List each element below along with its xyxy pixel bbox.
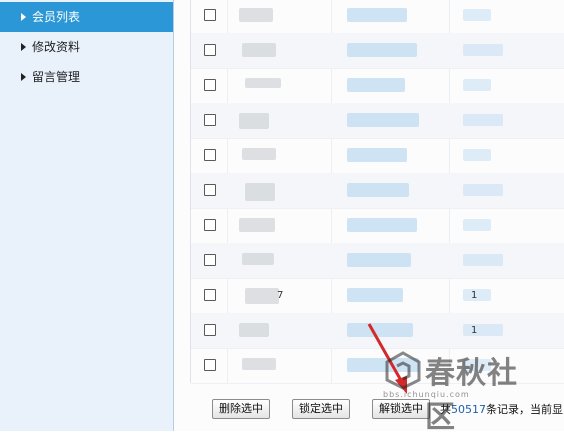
row-checkbox[interactable]: [204, 324, 216, 336]
sidebar-item-edit-profile[interactable]: 修改资料: [0, 32, 173, 62]
cell-text: 1: [471, 290, 478, 301]
table-row: [191, 348, 564, 384]
redacted-cell: [463, 359, 491, 371]
redacted-cell: [347, 358, 419, 372]
delete-selected-button[interactable]: 删除选中: [212, 399, 270, 419]
member-table: 711: [190, 0, 564, 384]
row-checkbox[interactable]: [204, 254, 216, 266]
row-checkbox[interactable]: [204, 9, 216, 21]
redacted-cell: [242, 43, 276, 57]
cell-text: 7: [277, 290, 284, 301]
redacted-cell: [245, 288, 279, 304]
table-row: 71: [191, 278, 564, 314]
table-row: [191, 243, 564, 279]
table-row: [191, 173, 564, 209]
table-row: [191, 33, 564, 69]
cell-text: 1: [471, 325, 478, 336]
redacted-cell: [239, 8, 273, 22]
redacted-cell: [347, 43, 417, 57]
redacted-cell: [463, 149, 491, 161]
triangle-right-icon: [21, 43, 26, 51]
redacted-cell: [463, 324, 503, 336]
redacted-cell: [239, 218, 275, 232]
sidebar: 会员列表 修改资料 留言管理: [0, 0, 174, 431]
row-checkbox[interactable]: [204, 289, 216, 301]
table-row: [191, 68, 564, 104]
redacted-cell: [242, 358, 276, 370]
triangle-right-icon: [21, 13, 26, 21]
redacted-cell: [242, 253, 274, 265]
redacted-cell: [347, 183, 409, 197]
redacted-cell: [347, 78, 405, 92]
redacted-cell: [347, 148, 407, 162]
redacted-cell: [463, 9, 491, 21]
redacted-cell: [463, 254, 503, 266]
table-row: [191, 138, 564, 174]
triangle-right-icon: [21, 73, 26, 81]
bottom-toolbar: 删除选中 锁定选中 解锁选中 共50517条记录，当前显: [190, 383, 564, 431]
sidebar-item-member-list[interactable]: 会员列表: [0, 2, 173, 32]
main-panel: 711 删除选中 锁定选中 解锁选中 共50517条记录，当前显: [174, 0, 564, 431]
redacted-cell: [463, 79, 491, 91]
redacted-cell: [347, 113, 419, 127]
redacted-cell: [347, 288, 403, 302]
record-count: 50517: [451, 403, 486, 416]
table-row: [191, 0, 564, 34]
table-row: [191, 103, 564, 139]
row-checkbox[interactable]: [204, 149, 216, 161]
row-checkbox[interactable]: [204, 114, 216, 126]
sidebar-item-messages[interactable]: 留言管理: [0, 62, 173, 92]
summary-prefix: 共: [440, 403, 451, 416]
redacted-cell: [239, 113, 269, 129]
lock-selected-button[interactable]: 锁定选中: [292, 399, 350, 419]
row-checkbox[interactable]: [204, 184, 216, 196]
sidebar-item-label: 留言管理: [32, 70, 81, 84]
table-row: 1: [191, 313, 564, 349]
row-checkbox[interactable]: [204, 79, 216, 91]
summary-suffix: 条记录，当前显: [486, 403, 563, 416]
row-checkbox[interactable]: [204, 44, 216, 56]
redacted-cell: [347, 253, 411, 267]
redacted-cell: [463, 44, 503, 56]
row-checkbox[interactable]: [204, 359, 216, 371]
sidebar-item-label: 修改资料: [32, 40, 81, 54]
unlock-selected-button[interactable]: 解锁选中: [372, 399, 430, 419]
redacted-cell: [245, 78, 281, 88]
redacted-cell: [463, 114, 503, 126]
redacted-cell: [347, 8, 407, 22]
redacted-cell: [463, 219, 491, 231]
redacted-cell: [245, 183, 275, 201]
sidebar-item-label: 会员列表: [32, 10, 81, 24]
redacted-cell: [242, 148, 276, 160]
redacted-cell: [347, 323, 413, 337]
redacted-cell: [347, 218, 417, 232]
table-row: [191, 208, 564, 244]
redacted-cell: [239, 323, 269, 337]
redacted-cell: [463, 184, 503, 196]
row-checkbox[interactable]: [204, 219, 216, 231]
record-summary: 共50517条记录，当前显: [440, 401, 563, 417]
